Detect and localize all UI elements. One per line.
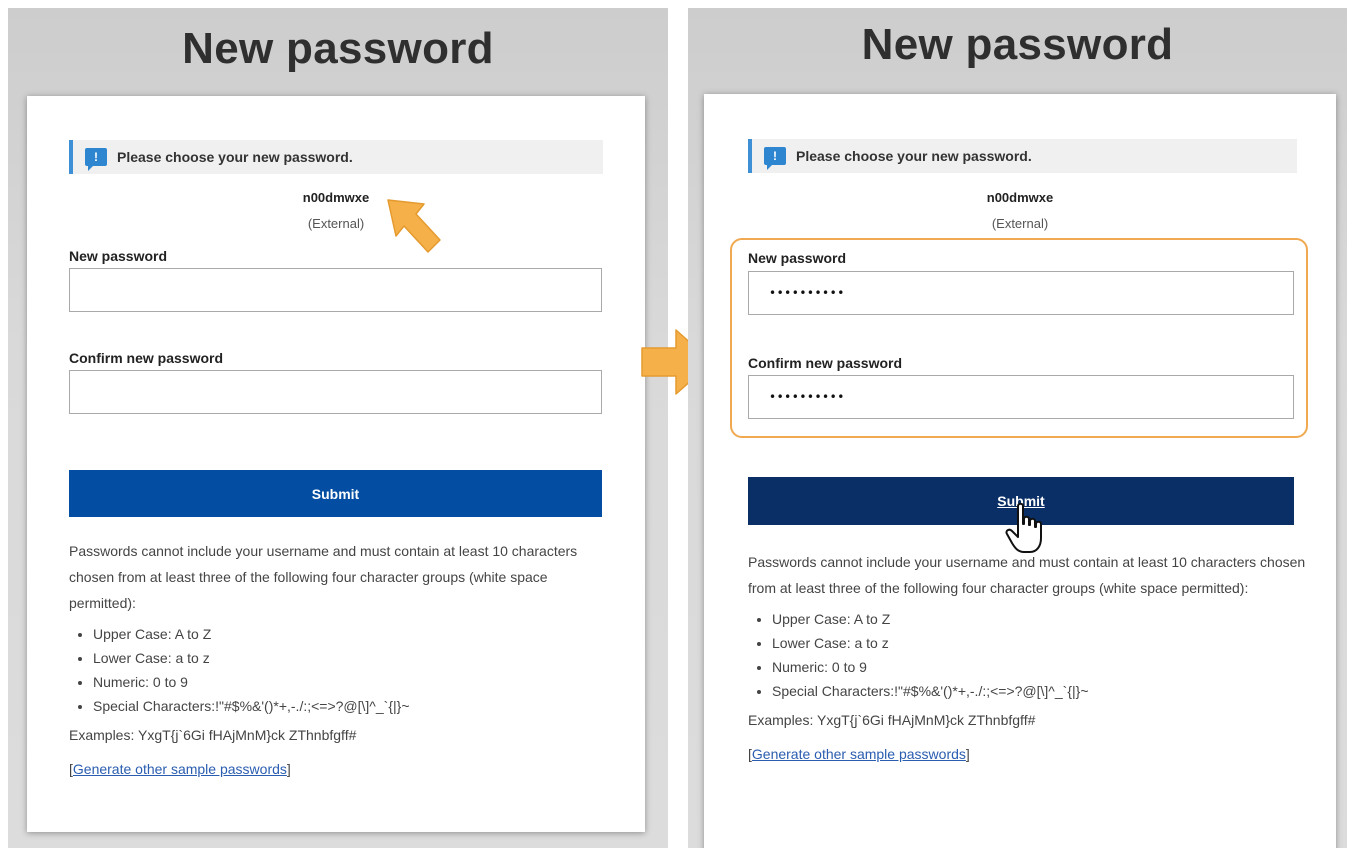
notice-text: Please choose your new password. bbox=[796, 148, 1032, 164]
panel-step-2: New password ! Please choose your new pa… bbox=[688, 8, 1347, 848]
page-title: New password bbox=[182, 24, 494, 73]
examples-text: Examples: YxgT{j`6Gi fHAjMnM}ck ZThnbfgf… bbox=[748, 712, 1036, 728]
bracket-close: ] bbox=[286, 761, 291, 777]
generate-passwords-link[interactable]: Generate other sample passwords bbox=[752, 746, 966, 762]
hand-pointer-icon bbox=[1005, 502, 1042, 553]
info-icon: ! bbox=[85, 148, 107, 171]
notice-banner: ! Please choose your new password. bbox=[748, 139, 1297, 173]
new-password-input[interactable] bbox=[69, 268, 602, 312]
confirm-password-label: Confirm new password bbox=[748, 355, 903, 371]
new-password-label: New password bbox=[748, 250, 847, 266]
list-item: Numeric: 0 to 9 bbox=[772, 655, 1308, 679]
list-item: Special Characters:!"#$%&'()*+,-./:;<=>?… bbox=[772, 679, 1308, 703]
user-type: (External) bbox=[307, 216, 365, 231]
generate-passwords-link[interactable]: Generate other sample passwords bbox=[73, 761, 287, 777]
confirm-password-input[interactable] bbox=[748, 375, 1294, 419]
username: n00dmwxe bbox=[986, 190, 1054, 205]
notice-banner: ! Please choose your new password. bbox=[69, 140, 603, 174]
notice-text: Please choose your new password. bbox=[117, 149, 353, 165]
confirm-password-input[interactable] bbox=[69, 370, 602, 414]
password-rules: Passwords cannot include your username a… bbox=[69, 538, 609, 782]
confirm-password-label: Confirm new password bbox=[69, 350, 224, 366]
panel-step-1: New password ! Please choose your new pa… bbox=[8, 8, 668, 848]
list-item: Upper Case: A to Z bbox=[93, 622, 609, 646]
password-form-card: ! Please choose your new password. n00dm… bbox=[27, 96, 645, 832]
submit-button[interactable]: Submit bbox=[69, 470, 602, 517]
list-item: Upper Case: A to Z bbox=[772, 607, 1308, 631]
generate-line: [Generate other sample passwords] bbox=[69, 756, 609, 782]
generate-line: [Generate other sample passwords] bbox=[748, 741, 1308, 767]
rules-text: Passwords cannot include your username a… bbox=[69, 543, 578, 611]
examples-text: Examples: YxgT{j`6Gi fHAjMnM}ck ZThnbfgf… bbox=[69, 727, 357, 743]
rules-list: Upper Case: A to Z Lower Case: a to z Nu… bbox=[69, 622, 609, 718]
info-icon: ! bbox=[764, 147, 786, 170]
page-title: New password bbox=[861, 20, 1174, 69]
password-form-card: ! Please choose your new password. n00dm… bbox=[704, 94, 1336, 848]
list-item: Special Characters:!"#$%&'()*+,-./:;<=>?… bbox=[93, 694, 609, 718]
user-type: (External) bbox=[991, 216, 1049, 231]
bracket-close: ] bbox=[965, 746, 970, 762]
new-password-label: New password bbox=[69, 248, 168, 264]
arrow-pointer-icon bbox=[387, 199, 441, 253]
password-rules: Passwords cannot include your username a… bbox=[748, 549, 1308, 767]
rules-list: Upper Case: A to Z Lower Case: a to z Nu… bbox=[748, 607, 1308, 703]
new-password-input[interactable] bbox=[748, 271, 1294, 315]
list-item: Lower Case: a to z bbox=[93, 646, 609, 670]
list-item: Numeric: 0 to 9 bbox=[93, 670, 609, 694]
list-item: Lower Case: a to z bbox=[772, 631, 1308, 655]
rules-text: Passwords cannot include your username a… bbox=[748, 554, 1306, 596]
username: n00dmwxe bbox=[302, 190, 370, 205]
